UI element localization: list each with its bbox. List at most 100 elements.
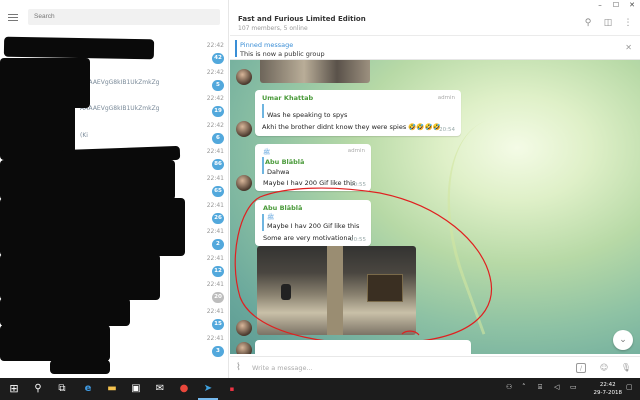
unread-badge: 2 bbox=[212, 239, 224, 251]
hamburger-menu-icon[interactable] bbox=[8, 13, 18, 21]
windows-start-icon[interactable]: ⊞ bbox=[6, 381, 22, 397]
avatar[interactable] bbox=[236, 342, 252, 354]
chat-time: 22:42 bbox=[206, 68, 224, 76]
message-text: Akhi the brother didnt know they were sp… bbox=[262, 123, 441, 131]
chat-list-sidebar: 22:42 42 AAAAEVgG8kIB1UkZmkZg 22:42 5 AAAAEVg… bbox=[0, 0, 229, 378]
chat-time: 22:41 bbox=[206, 308, 224, 315]
scroll-down-button[interactable]: ⌄ bbox=[613, 330, 633, 350]
chat-time: 22:41 bbox=[206, 254, 224, 262]
avatar[interactable] bbox=[236, 69, 252, 85]
message-time: 20:55 bbox=[350, 182, 366, 188]
redaction-mark bbox=[3, 36, 155, 60]
chat-time: 22:42 bbox=[206, 42, 224, 49]
people-icon[interactable]: ⚇ bbox=[506, 383, 512, 391]
chat-time: 22:41 bbox=[206, 201, 224, 209]
chat-time: 22:42 bbox=[206, 121, 224, 129]
message-bubble[interactable]: Umar Khattab admin Was he speaking to sp… bbox=[255, 90, 461, 136]
emoji-icon[interactable]: ☺ bbox=[598, 361, 610, 375]
reply-indicator bbox=[262, 104, 264, 118]
search-icon[interactable]: ⚲ bbox=[582, 17, 594, 29]
chat-time: 22:41 bbox=[206, 148, 224, 156]
window-controls: – ☐ ✕ bbox=[592, 0, 640, 11]
edge-browser-icon[interactable]: e bbox=[80, 381, 96, 397]
avatar[interactable] bbox=[236, 121, 252, 137]
gif-scene-tree bbox=[327, 246, 343, 335]
redaction-mark bbox=[0, 160, 175, 200]
pinned-label: Pinned message bbox=[240, 41, 294, 49]
unread-badge: 12 bbox=[212, 265, 224, 277]
message-bubble[interactable]: Abu Blāblā ﷺ Maybe I hav 200 Gif like th… bbox=[255, 200, 371, 246]
microphone-icon[interactable]: 🎙 bbox=[620, 361, 632, 375]
volume-icon[interactable]: ◁ bbox=[554, 383, 559, 391]
message-time: 20:55 bbox=[350, 237, 366, 243]
reply-indicator bbox=[262, 214, 264, 231]
chevron-up-icon[interactable]: ˄ bbox=[522, 383, 526, 391]
paperclip-icon[interactable]: ⌇ bbox=[236, 361, 248, 375]
gif-thumbnail[interactable] bbox=[257, 246, 416, 335]
minimize-button[interactable]: – bbox=[592, 0, 608, 11]
search-icon[interactable]: ⚲ bbox=[30, 381, 46, 397]
unread-badge: 6 bbox=[212, 132, 224, 144]
maximize-button[interactable]: ☐ bbox=[608, 0, 624, 11]
pinned-message-bar[interactable]: Pinned message This is now a public grou… bbox=[230, 37, 640, 60]
more-options-icon[interactable]: ⋮ bbox=[622, 17, 634, 29]
message-sender[interactable]: Abu Blāblā bbox=[263, 204, 302, 212]
file-explorer-icon[interactable]: ▬ bbox=[104, 381, 120, 397]
message-time: 20:54 bbox=[439, 127, 455, 133]
keyboard-icon[interactable]: ▭ bbox=[570, 383, 577, 391]
chat-time: 22:41 bbox=[206, 175, 224, 182]
media-thumbnail[interactable] bbox=[260, 57, 370, 83]
admin-badge: admin bbox=[347, 148, 365, 154]
message-input[interactable] bbox=[252, 361, 552, 375]
arabic-glyph: ﷺ bbox=[263, 149, 271, 156]
gif-scene-figure bbox=[281, 284, 291, 300]
close-window-button[interactable]: ✕ bbox=[624, 0, 640, 11]
chat-snippet: AAAAEVgG8kIB1UkZmkZg bbox=[80, 78, 160, 86]
message-sender[interactable]: Abu Blāblā bbox=[265, 158, 304, 166]
store-icon[interactable]: ▣ bbox=[128, 381, 144, 397]
mail-icon[interactable]: ✉ bbox=[152, 381, 168, 397]
chat-member-count: 107 members, 5 online bbox=[238, 25, 308, 32]
avatar[interactable] bbox=[236, 175, 252, 191]
chrome-icon[interactable]: ● bbox=[176, 381, 192, 397]
message-area[interactable]: Umar Khattab admin Was he speaking to sp… bbox=[230, 37, 640, 354]
bot-command-icon[interactable]: / bbox=[576, 363, 586, 373]
chat-header[interactable]: Fast and Furious Limited Edition 107 mem… bbox=[230, 0, 640, 36]
redaction-mark bbox=[0, 198, 185, 256]
redaction-mark bbox=[0, 298, 130, 326]
message-bubble[interactable]: admin ﷺ Abu Blāblā Dahwa Maybe I hav 200… bbox=[255, 144, 371, 191]
close-icon[interactable]: ✕ bbox=[625, 43, 632, 52]
avatar[interactable] bbox=[236, 320, 252, 336]
app-icon[interactable]: ▪ bbox=[224, 381, 240, 397]
task-view-icon[interactable]: ⧉ bbox=[54, 381, 70, 397]
search-input[interactable] bbox=[28, 9, 220, 25]
wallpaper-decoration bbox=[414, 109, 586, 335]
gif-scene-poster bbox=[367, 274, 403, 302]
admin-badge: admin bbox=[437, 95, 455, 101]
unread-badge: 20 bbox=[212, 292, 224, 304]
redaction-mark bbox=[0, 325, 110, 361]
chat-snippet: (Ki bbox=[80, 131, 88, 139]
message-sender[interactable]: Umar Khattab bbox=[262, 94, 313, 102]
clock-date: 29-7-2018 bbox=[593, 390, 622, 396]
chat-time: 22:41 bbox=[206, 281, 224, 289]
reply-quote[interactable]: Dahwa bbox=[267, 168, 289, 176]
system-clock[interactable]: 22:42 29-7-2018 bbox=[594, 381, 622, 397]
telegram-icon[interactable]: ➤ bbox=[200, 381, 216, 397]
reply-quote[interactable]: Was he speaking to spys bbox=[267, 111, 347, 119]
notification-icon[interactable]: ▢ bbox=[626, 383, 633, 391]
message-bubble[interactable] bbox=[255, 340, 471, 354]
message-text: Maybe I hav 200 Gif like this bbox=[263, 179, 356, 187]
sidebar-toggle-icon[interactable]: ◫ bbox=[602, 17, 614, 29]
pinned-text[interactable]: This is now a public group bbox=[240, 50, 325, 58]
chat-title[interactable]: Fast and Furious Limited Edition bbox=[238, 15, 366, 23]
unread-badge: 3 bbox=[212, 345, 224, 357]
unread-badge: 26 bbox=[212, 212, 224, 224]
chat-time: 22:42 bbox=[206, 95, 224, 103]
unread-badge: 86 bbox=[212, 159, 224, 171]
unread-badge: 65 bbox=[212, 186, 224, 197]
reply-quote[interactable]: Maybe I hav 200 Gif like this bbox=[267, 222, 359, 230]
redaction-mark bbox=[50, 360, 110, 374]
network-icon[interactable]: ⌸ bbox=[538, 383, 542, 392]
pinned-accent bbox=[235, 40, 237, 57]
